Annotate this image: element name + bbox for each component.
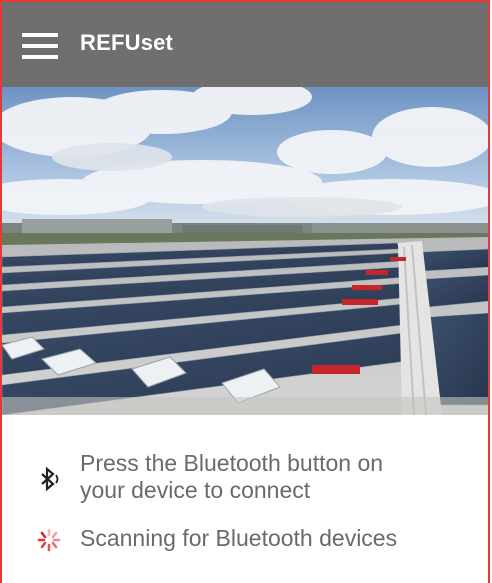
app-window: REFUset Press the Bluetooth button on yo…	[0, 0, 490, 583]
scanning-text: Scanning for Bluetooth devices	[80, 525, 398, 551]
bluetooth-icon	[36, 466, 62, 492]
solar-roof-photo	[2, 87, 488, 415]
menu-icon-line	[22, 33, 58, 37]
bluetooth-instruction-line1: Press the Bluetooth button on	[80, 450, 384, 476]
app-title: REFUset	[80, 30, 174, 55]
menu-icon[interactable]	[22, 33, 58, 59]
app-bar: REFUset	[2, 2, 488, 87]
bluetooth-instruction-text: Press the Bluetooth button on your devic…	[80, 450, 383, 504]
spinner-icon	[36, 527, 62, 553]
hero-image	[2, 87, 488, 415]
menu-icon-line	[22, 44, 58, 48]
menu-icon-line	[22, 55, 58, 59]
bluetooth-instruction-line2: your device to connect	[80, 477, 311, 503]
